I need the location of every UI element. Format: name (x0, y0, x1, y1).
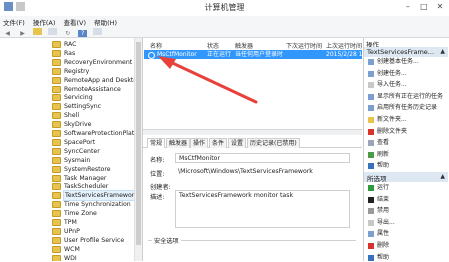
annotation-arrow-icon (158, 56, 258, 104)
